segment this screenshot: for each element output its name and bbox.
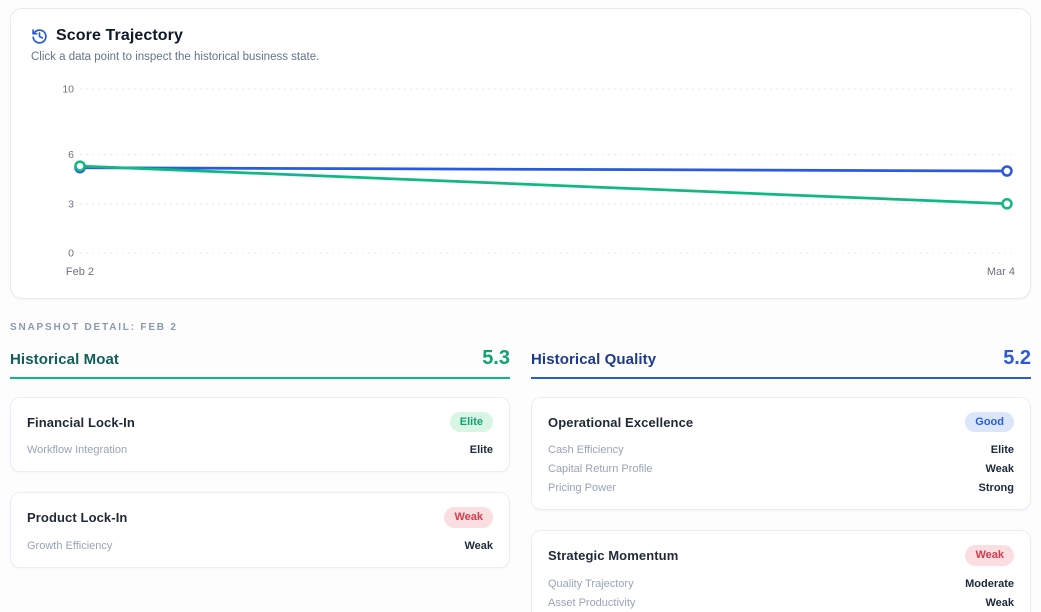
snapshot-detail-label: SNAPSHOT DETAIL: FEB 2	[10, 322, 178, 333]
metric-value: Elite	[469, 444, 493, 457]
history-clock-icon	[32, 28, 47, 44]
card-title: Product Lock-In	[27, 509, 128, 525]
historical-quality-column: Historical Quality 5.2 Operational Excel…	[531, 348, 1031, 612]
chart-header: Score Trajectory Click a data point to i…	[11, 9, 1030, 63]
strategic-momentum-card: Strategic Momentum Weak Quality Trajecto…	[531, 530, 1031, 612]
operational-excellence-card: Operational Excellence Good Cash Efficie…	[531, 397, 1031, 511]
y-tick-label: 6	[68, 149, 74, 161]
metric-row: Growth Efficiency Weak	[27, 540, 493, 552]
x-axis-label: Feb 2	[66, 266, 94, 278]
metric-value: Strong	[978, 482, 1014, 495]
status-badge: Weak	[965, 545, 1014, 566]
metric-value: Moderate	[965, 577, 1014, 590]
metric-label: Quality Trajectory	[548, 577, 634, 590]
financial-lock-in-card: Financial Lock-In Elite Workflow Integra…	[10, 397, 510, 473]
chart-subtitle: Click a data point to inspect the histor…	[31, 51, 320, 63]
moat-score: 5.3	[482, 347, 510, 369]
metric-value: Elite	[990, 444, 1014, 457]
chart-title: Score Trajectory	[56, 27, 183, 44]
historical-moat-point[interactable]	[1001, 198, 1013, 210]
status-badge: Good	[965, 412, 1014, 433]
snapshot-columns: Historical Moat 5.3 Financial Lock-In El…	[10, 348, 1031, 612]
status-badge: Weak	[444, 507, 493, 528]
score-trajectory-panel: Score Trajectory Click a data point to i…	[10, 8, 1031, 299]
quality-header: Historical Quality 5.2	[531, 348, 1031, 379]
metric-label: Workflow Integration	[27, 444, 128, 457]
metric-label: Pricing Power	[548, 482, 616, 495]
quality-title: Historical Quality	[531, 351, 657, 368]
product-lock-in-card: Product Lock-In Weak Growth Efficiency W…	[10, 492, 510, 568]
quality-score: 5.2	[1003, 347, 1031, 369]
card-title: Operational Excellence	[548, 414, 694, 430]
y-tick-label: 10	[62, 84, 74, 96]
card-title: Strategic Momentum	[548, 547, 679, 563]
metric-label: Capital Return Profile	[548, 463, 653, 476]
moat-header: Historical Moat 5.3	[10, 348, 510, 379]
metric-row: Cash Efficiency Elite	[548, 444, 1014, 456]
metric-row: Quality Trajectory Moderate	[548, 578, 1014, 590]
metric-row: Capital Return Profile Weak	[548, 463, 1014, 475]
historical-moat-point[interactable]	[74, 160, 86, 172]
y-tick-label: 0	[68, 248, 74, 260]
moat-title: Historical Moat	[10, 351, 120, 368]
status-badge: Elite	[449, 412, 493, 433]
metric-value: Weak	[985, 463, 1014, 476]
metric-row: Pricing Power Strong	[548, 482, 1014, 494]
y-tick-label: 3	[68, 198, 74, 210]
historical-quality-point[interactable]	[1001, 165, 1013, 177]
metric-row: Asset Productivity Weak	[548, 597, 1014, 609]
metric-label: Asset Productivity	[548, 596, 636, 609]
metric-row: Workflow Integration Elite	[27, 444, 493, 456]
metric-value: Weak	[464, 539, 493, 552]
score-trajectory-chart: 0 3 6 10 Feb 2 Mar 4	[62, 84, 1015, 278]
metric-value: Weak	[985, 596, 1014, 609]
metric-label: Growth Efficiency	[27, 539, 113, 552]
historical-moat-column: Historical Moat 5.3 Financial Lock-In El…	[10, 348, 510, 612]
x-axis-label: Mar 4	[987, 266, 1015, 278]
metric-label: Cash Efficiency	[548, 444, 624, 457]
card-title: Financial Lock-In	[27, 414, 135, 430]
